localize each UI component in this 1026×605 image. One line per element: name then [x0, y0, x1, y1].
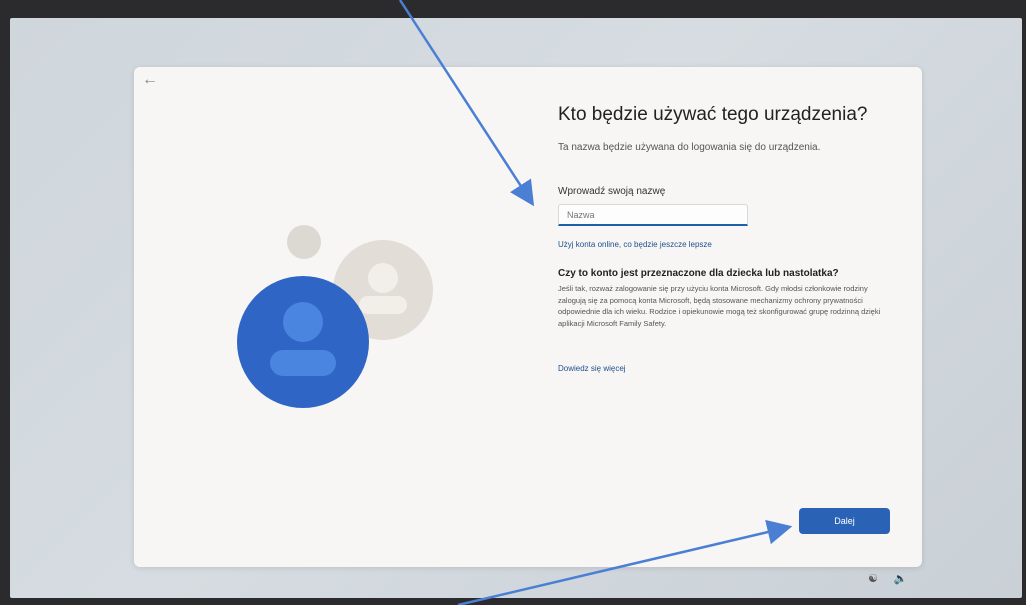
volume-icon[interactable]: 🔈 [894, 572, 908, 585]
online-account-link[interactable]: Użyj konta online, co będzie jeszcze lep… [558, 240, 712, 249]
blue-user-body [270, 350, 336, 376]
child-account-heading: Czy to konto jest przeznaczone dla dziec… [558, 268, 839, 279]
page-subtitle: Ta nazwa będzie używana do logowania się… [558, 142, 821, 153]
learn-more-link[interactable]: Dowiedz się więcej [558, 364, 626, 373]
name-field-label: Wprowadź swoją nazwę [558, 186, 666, 197]
small-user-circle [287, 225, 321, 259]
page-title: Kto będzie używać tego urządzenia? [558, 104, 868, 125]
taskbar-tray: ☯ 🔈 [868, 572, 908, 585]
child-account-description: Jeśli tak, rozważ zalogowanie się przy u… [558, 284, 881, 328]
accessibility-icon[interactable]: ☯ [868, 572, 878, 585]
gray-user-head [368, 263, 398, 293]
blue-user-head [283, 302, 323, 342]
name-input[interactable] [558, 204, 748, 226]
gray-user-body [359, 296, 407, 314]
next-button[interactable]: Dalej [799, 508, 890, 534]
